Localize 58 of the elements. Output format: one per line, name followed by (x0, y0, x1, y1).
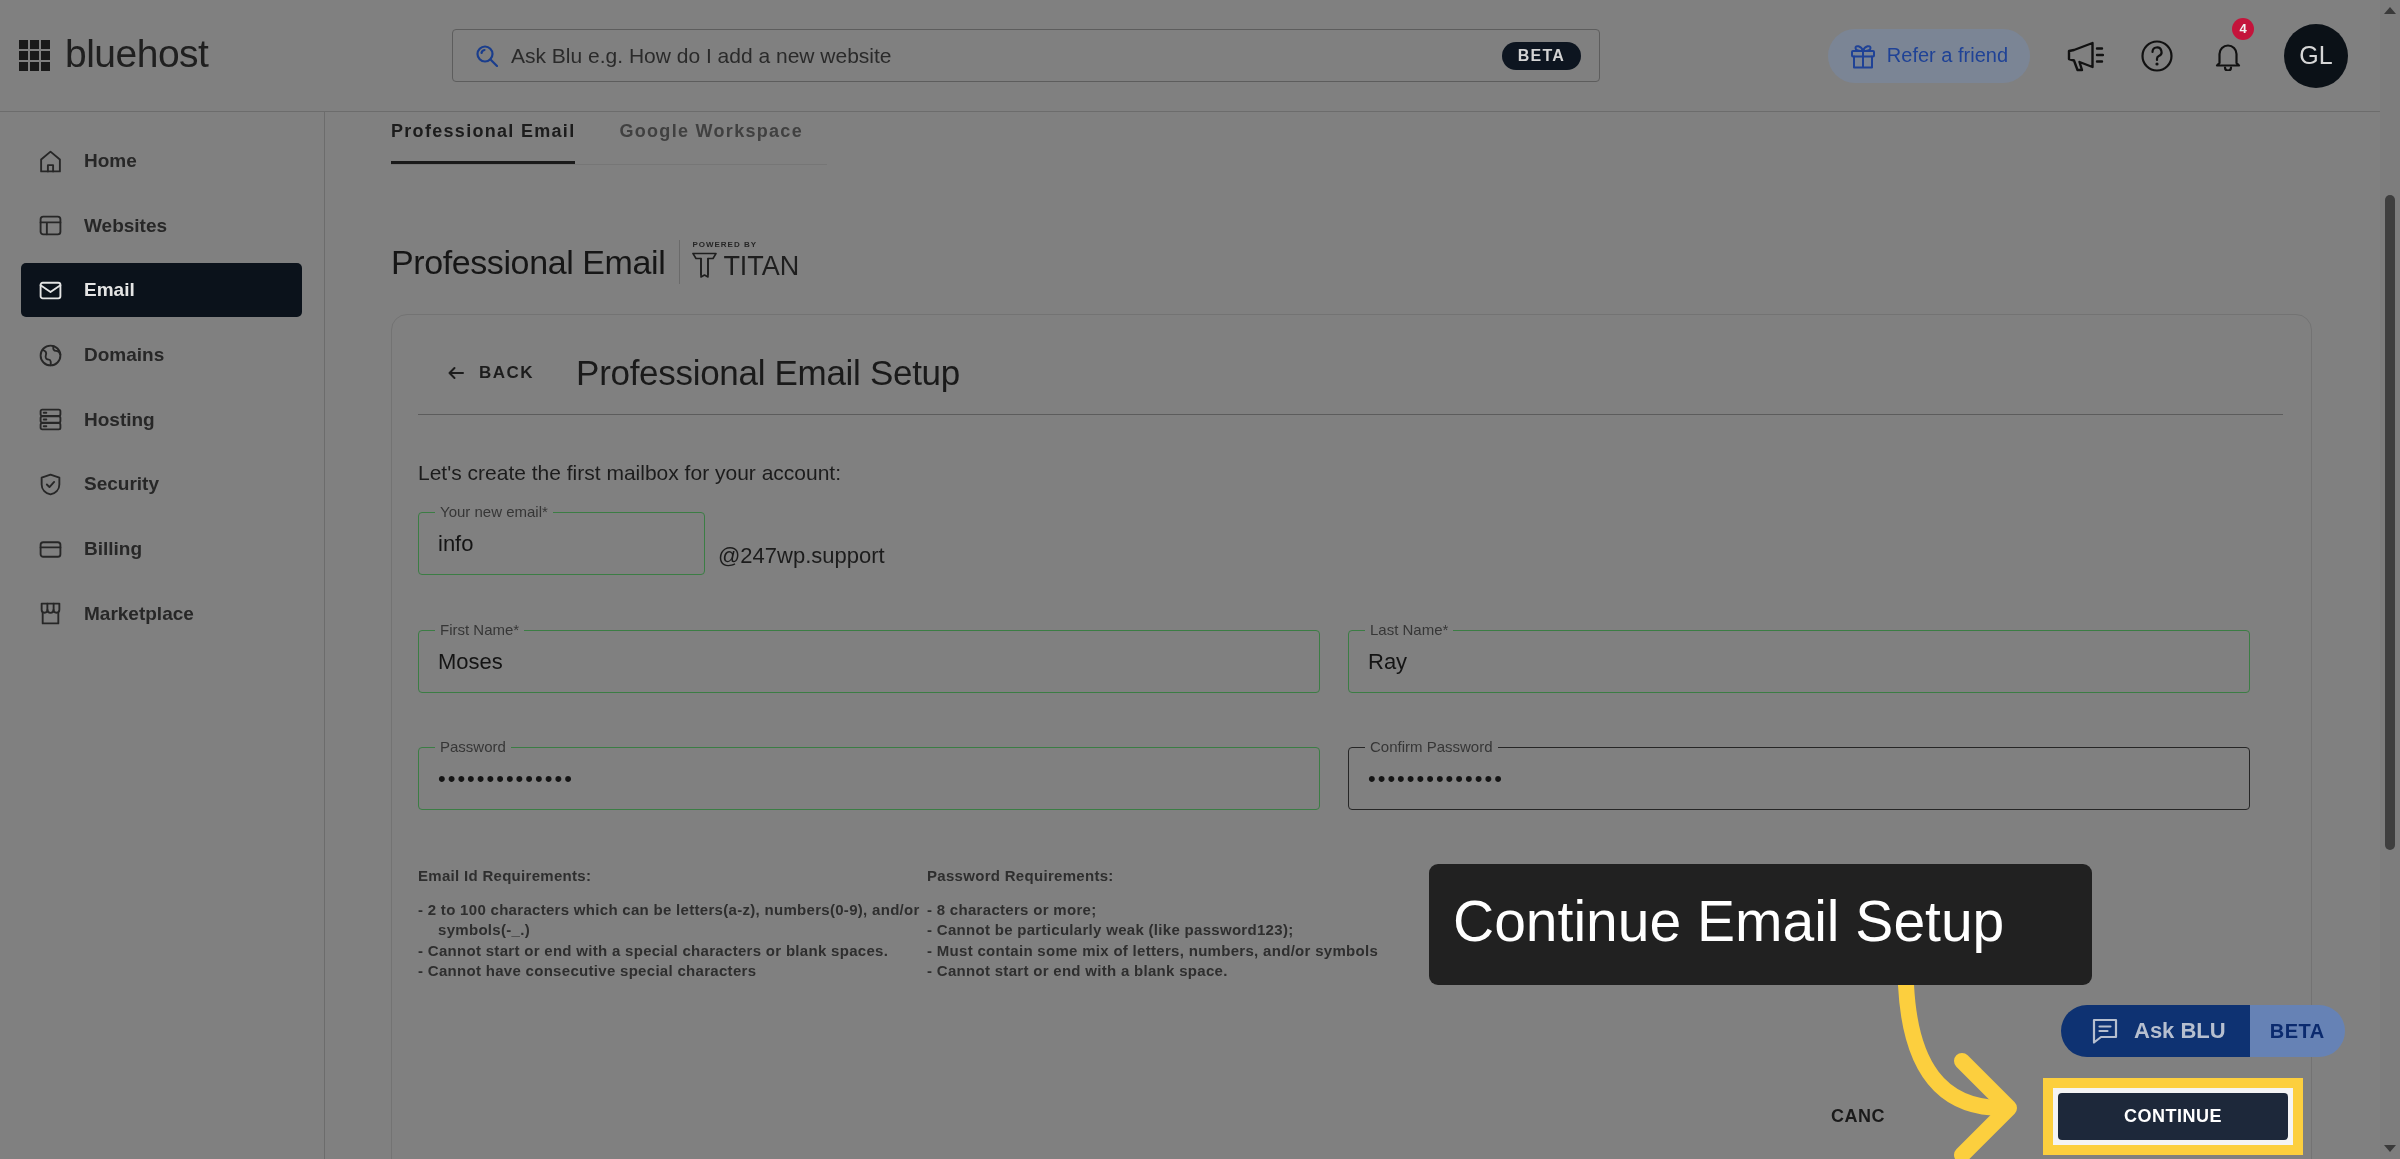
search-field[interactable]: Ask Blu e.g. How do I add a new website BETA (452, 29, 1600, 82)
globe-icon (38, 342, 63, 368)
domain-suffix: @247wp.support (718, 543, 885, 570)
tab[interactable]: Professional Email (391, 112, 576, 164)
requirements-title: Email Id Requirements: (418, 866, 593, 886)
search-icon (476, 44, 498, 67)
sidebar-item[interactable]: Hosting (21, 392, 302, 447)
refer-button[interactable]: Refer a friend (1827, 28, 2030, 83)
beta-badge: BETA (1501, 41, 1581, 70)
server-icon (38, 407, 63, 433)
sidebar-item[interactable]: Home (21, 134, 302, 188)
notification-badge: 4 (2232, 17, 2254, 40)
page-title: Professional Email (391, 242, 666, 282)
help-icon[interactable] (2141, 39, 2173, 72)
sidebar-item[interactable]: Security (21, 457, 302, 512)
sidebar-item[interactable]: Billing (21, 522, 302, 577)
brand-name: TITAN (723, 250, 800, 281)
user-avatar[interactable]: GL (2284, 23, 2348, 88)
megaphone-icon[interactable] (2067, 39, 2104, 72)
gift-icon (1849, 42, 1876, 69)
sidebar-item[interactable]: Websites (21, 198, 302, 253)
card-title: Professional Email Setup (576, 353, 960, 393)
tab[interactable]: Google Workspace (619, 112, 803, 164)
requirement-item: - Cannot start or end with a special characters or blank spaces. (418, 940, 890, 961)
requirement-item: - Cannot have consecutive special characters (418, 960, 758, 981)
intro-text: Let's create the first mailbox for your account: (418, 461, 843, 485)
requirement-item: - Cannot start or end with a blank space. (927, 960, 1229, 981)
logo-text: bluehost (65, 34, 209, 77)
requirement-item: - 8 characters or more; (927, 900, 1098, 920)
shield-check-icon (38, 471, 63, 497)
storefront-icon (38, 601, 63, 627)
text-field[interactable]: Last Name* Ray (1348, 620, 2250, 693)
ask-blu-button[interactable]: Ask BLU (2061, 1005, 2250, 1057)
sidebar-item[interactable]: Domains (21, 328, 302, 383)
beta-badge: BETA (2249, 1005, 2345, 1057)
continue-button[interactable]: CONTINUE (2058, 1093, 2288, 1141)
logo-mark-icon (692, 252, 718, 279)
requirements-title: Password Requirements: (927, 866, 1115, 886)
powered-by-label: POWERED BY (692, 239, 759, 250)
requirement-item: - 2 to 100 characters which can be letters(a-z), numbers(0-9), and/or symbols(-_.) (418, 900, 921, 941)
text-field[interactable]: First Name* Moses (418, 620, 1320, 693)
sidebar-item[interactable]: Marketplace (21, 586, 302, 641)
scrollbar-thumb[interactable] (2385, 195, 2395, 850)
callout-tooltip: Continue Email Setup (1429, 864, 2092, 985)
email-field[interactable]: Your new email* info (418, 502, 705, 575)
arrow-left-icon (448, 365, 464, 381)
text-field[interactable]: Password •••••••••••••• (418, 737, 1320, 810)
back-button[interactable]: BACK (448, 363, 535, 383)
chat-icon (2091, 1017, 2119, 1045)
grid-icon (19, 40, 50, 71)
cancel-button[interactable]: CANC (1831, 1106, 1885, 1128)
sidebar-item[interactable]: Email (21, 263, 302, 318)
home-icon (38, 148, 63, 174)
requirement-item: - Cannot be particularly weak (like password123); (927, 920, 1295, 941)
scroll-up-icon[interactable] (2384, 7, 2396, 14)
text-field[interactable]: Confirm Password •••••••••••••• (1348, 737, 2250, 810)
scroll-down-icon[interactable] (2384, 1145, 2396, 1152)
requirement-item: - Must contain some mix of letters, numbers, and/or symbols (927, 940, 1380, 961)
